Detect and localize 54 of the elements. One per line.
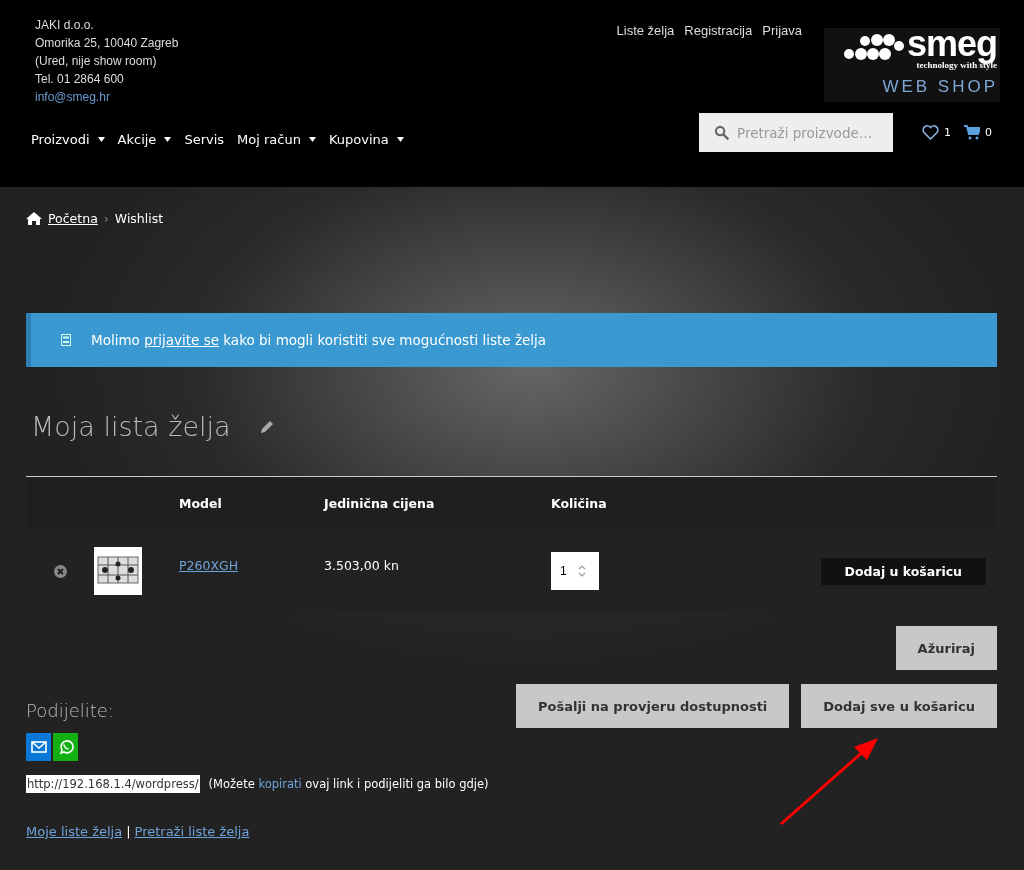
chat-phone-icon	[57, 739, 74, 755]
email-share-button[interactable]	[26, 733, 51, 761]
top-link[interactable]: Prijava	[762, 23, 802, 38]
logo[interactable]: smeg technology with style WEB SHOP	[824, 28, 1000, 102]
nav-item[interactable]: Servis	[184, 131, 225, 147]
logo-subtitle: WEB SHOP	[882, 76, 999, 97]
breadcrumb-current: Wishlist	[114, 211, 164, 226]
breadcrumb-link[interactable]: Početna	[48, 211, 98, 226]
contact-line: (Ured, nije show room)	[35, 53, 158, 70]
share-heading: Podijelite:	[26, 700, 114, 721]
product-link[interactable]: P260XGH	[179, 557, 239, 573]
product-thumbnail[interactable]	[94, 547, 142, 595]
pencil-icon[interactable]	[258, 418, 275, 435]
logo-brand: smeg	[906, 26, 997, 62]
contact-line: JAKI d.o.o.	[35, 17, 95, 34]
footer-link[interactable]: Pretraži liste želja	[134, 824, 250, 839]
column-header: Jedinična cijena	[324, 495, 436, 511]
wishlist-count: 1	[944, 126, 951, 139]
spinner-icon[interactable]	[577, 563, 587, 579]
info-icon	[61, 334, 71, 346]
remove-icon[interactable]	[53, 564, 67, 578]
cart-icon[interactable]	[964, 125, 980, 140]
top-link[interactable]: Liste želja	[616, 23, 675, 38]
column-header: Količina	[551, 495, 608, 511]
add-all-button[interactable]: Dodaj sve u košaricu	[801, 684, 997, 728]
notice-text: Molimo prijavite se kako bi mogli koristiti sve mogućnosti liste želja	[91, 332, 547, 348]
nav-item[interactable]: Kupovina	[328, 131, 404, 147]
link-separator: |	[126, 824, 131, 839]
whatsapp-share-button[interactable]	[53, 733, 78, 761]
contact-line: Omorika 25, 10040 Zagreb	[35, 35, 179, 52]
contact-line: Tel. 01 2864 600	[35, 71, 125, 88]
page-title: Moja lista želja	[31, 411, 231, 442]
share-url-field[interactable]: http://192.168.1.4/wordpress/	[26, 775, 200, 793]
search-icon	[714, 125, 729, 140]
quantity-field[interactable]: 1	[551, 552, 599, 590]
availability-button[interactable]: Pošalji na provjeru dostupnosti	[515, 684, 790, 728]
add-to-cart-button[interactable]: Dodaj u košaricu	[820, 557, 986, 585]
nav-item[interactable]: Proizvodi	[31, 131, 105, 147]
column-header: Model	[179, 495, 223, 511]
envelope-icon	[30, 741, 47, 753]
top-link[interactable]: Registracija	[684, 23, 753, 38]
footer-link[interactable]: Moje liste želja	[26, 824, 123, 839]
share-hint: (Možete kopirati ovaj link i podijeliti ga bilo gdje)	[208, 777, 489, 791]
search-field[interactable]: Pretraži proizvode…	[699, 113, 893, 152]
nav-item[interactable]: Moj račun	[237, 131, 316, 147]
heart-icon[interactable]	[922, 125, 939, 140]
update-button[interactable]: Ažuriraj	[895, 626, 997, 670]
table-cell-text: 3.503,00 kn	[324, 557, 400, 573]
nav-item[interactable]: Akcije	[117, 131, 172, 147]
cart-count: 0	[985, 126, 992, 139]
home-icon	[26, 212, 42, 225]
breadcrumb-separator: ›	[103, 211, 109, 226]
copy-link[interactable]: kopirati	[258, 777, 302, 791]
email-link[interactable]: info@smeg.hr	[35, 88, 179, 106]
